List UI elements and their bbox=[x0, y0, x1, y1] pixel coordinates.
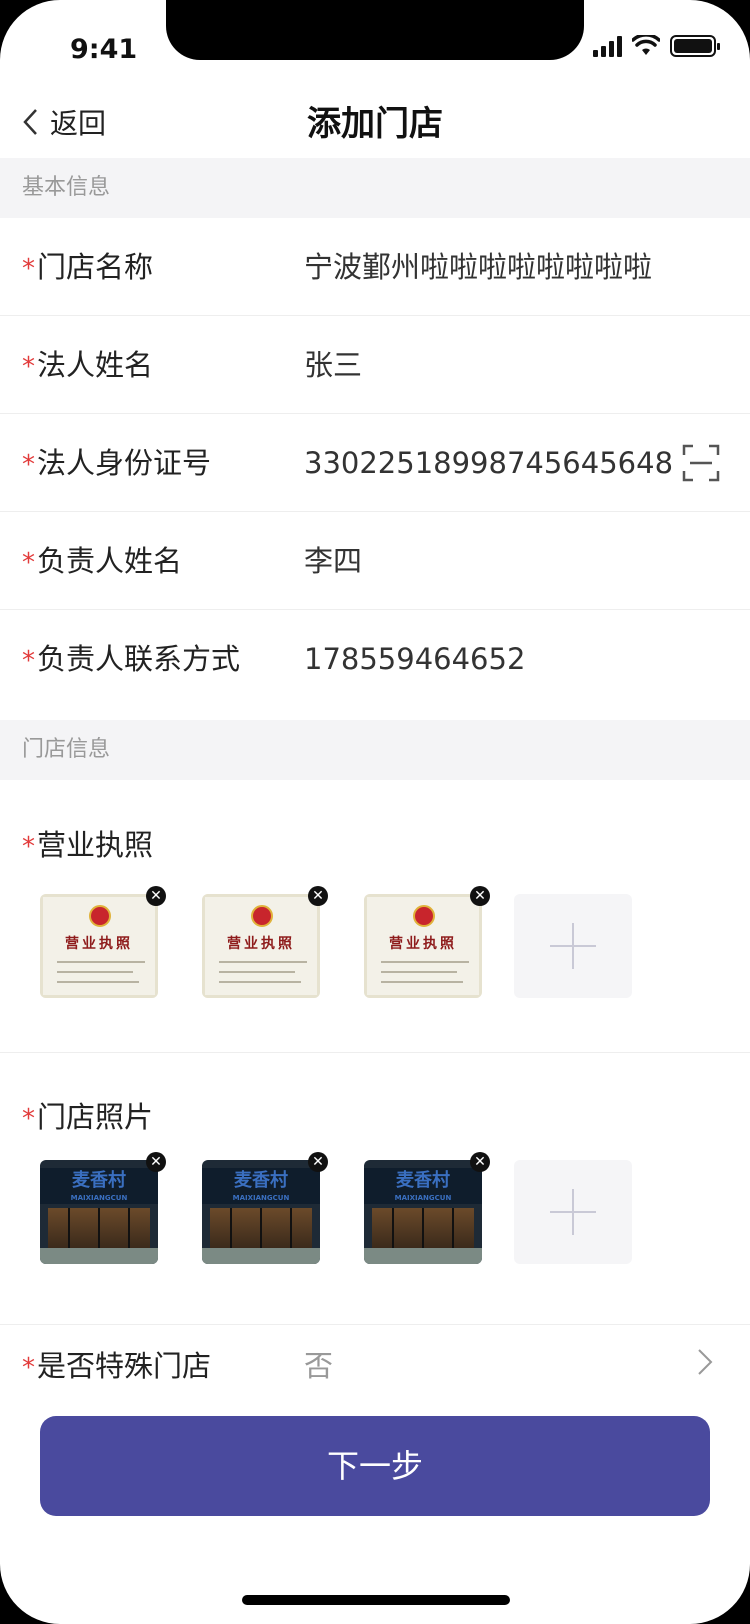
section-header-basic: 基本信息 bbox=[0, 158, 750, 218]
special-store-label: 是否特殊门店 bbox=[37, 1349, 212, 1383]
store-name-input[interactable]: 宁波鄞州啦啦啦啦啦啦啦啦 bbox=[304, 218, 652, 316]
delete-image-icon[interactable]: ✕ bbox=[146, 886, 166, 906]
license-image[interactable]: 营业执照 ✕ bbox=[202, 886, 328, 998]
add-store-photo-button[interactable] bbox=[514, 1160, 632, 1264]
emblem-icon bbox=[251, 905, 273, 927]
field-manager-phone[interactable]: *负责人联系方式 178559464652 bbox=[0, 610, 750, 708]
delete-image-icon[interactable]: ✕ bbox=[146, 1152, 166, 1172]
status-time: 9:41 bbox=[70, 34, 138, 65]
field-label: 负责人联系方式 bbox=[37, 642, 241, 676]
manager-name-input[interactable]: 李四 bbox=[304, 512, 362, 610]
store-photo[interactable]: 麦香村 MAIXIANGCUN ✕ bbox=[202, 1152, 328, 1264]
wifi-icon bbox=[632, 35, 660, 55]
legal-name-input[interactable]: 张三 bbox=[304, 316, 362, 414]
status-icons bbox=[593, 34, 720, 58]
battery-icon bbox=[670, 35, 720, 57]
field-label: 负责人姓名 bbox=[37, 544, 183, 578]
nav-bar: 返回 添加门店 bbox=[0, 92, 750, 156]
special-store-selector[interactable]: *是否特殊门店 否 bbox=[0, 1324, 750, 1398]
divider bbox=[0, 1052, 750, 1053]
field-legal-name[interactable]: *法人姓名 张三 bbox=[0, 316, 750, 414]
home-indicator bbox=[242, 1595, 510, 1605]
store-photo[interactable]: 麦香村 MAIXIANGCUN ✕ bbox=[40, 1152, 166, 1264]
delete-image-icon[interactable]: ✕ bbox=[308, 886, 328, 906]
field-label: 法人身份证号 bbox=[37, 446, 212, 480]
field-legal-id[interactable]: *法人身份证号 330225189987456456​48 bbox=[0, 414, 750, 512]
field-manager-name[interactable]: *负责人姓名 李四 bbox=[0, 512, 750, 610]
special-store-value: 否 bbox=[304, 1349, 334, 1383]
emblem-icon bbox=[413, 905, 435, 927]
chevron-right-icon bbox=[698, 1349, 713, 1375]
delete-image-icon[interactable]: ✕ bbox=[308, 1152, 328, 1172]
next-step-button[interactable]: 下一步 bbox=[40, 1416, 710, 1516]
add-license-button[interactable] bbox=[514, 894, 632, 998]
page-title: 添加门店 bbox=[307, 104, 443, 144]
section-header-store: 门店信息 bbox=[0, 720, 750, 780]
scan-icon[interactable] bbox=[682, 444, 720, 482]
license-image[interactable]: 营业执照 ✕ bbox=[40, 886, 166, 998]
notch bbox=[166, 0, 584, 60]
manager-phone-input[interactable]: 178559464652 bbox=[304, 610, 525, 708]
legal-id-input[interactable]: 330225189987456456​48 bbox=[304, 414, 673, 512]
business-license-label: *营业执照 bbox=[22, 828, 154, 862]
field-store-name[interactable]: *门店名称 宁波鄞州啦啦啦啦啦啦啦啦 bbox=[0, 218, 750, 316]
store-photos-label: *门店照片 bbox=[22, 1100, 154, 1134]
emblem-icon bbox=[89, 905, 111, 927]
field-label: 门店名称 bbox=[37, 250, 154, 284]
signal-icon bbox=[593, 35, 622, 57]
store-photo[interactable]: 麦香村 MAIXIANGCUN ✕ bbox=[364, 1152, 490, 1264]
delete-image-icon[interactable]: ✕ bbox=[470, 886, 490, 906]
delete-image-icon[interactable]: ✕ bbox=[470, 1152, 490, 1172]
field-label: 法人姓名 bbox=[37, 348, 154, 382]
phone-screen: 9:41 返回 添加门店 基本信息 *门店名称 宁波鄞州啦啦啦啦啦啦啦啦 *法人… bbox=[0, 0, 750, 1624]
license-image[interactable]: 营业执照 ✕ bbox=[364, 886, 490, 998]
